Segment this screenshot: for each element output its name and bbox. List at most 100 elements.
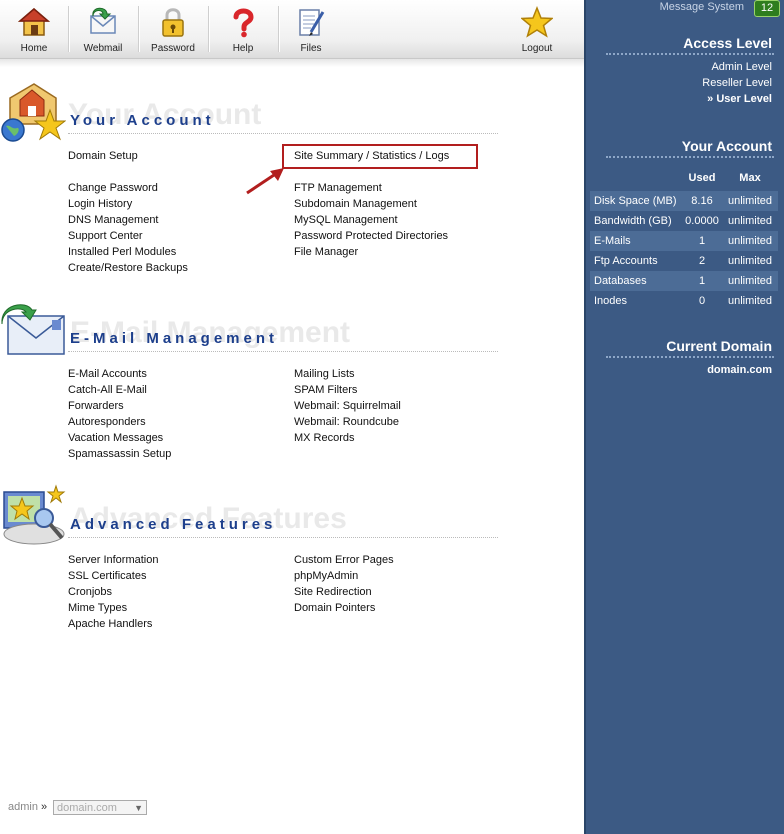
usage-used: 1 bbox=[682, 231, 722, 251]
link-ssl-certificates[interactable]: SSL Certificates bbox=[68, 570, 146, 582]
heading-divider bbox=[606, 53, 774, 55]
top-toolbar: Home Webmail Password Help Files Logout bbox=[0, 0, 584, 59]
lock-icon bbox=[162, 8, 184, 37]
link-forwarders[interactable]: Forwarders bbox=[68, 400, 124, 412]
link-file-manager[interactable]: File Manager bbox=[294, 246, 358, 258]
usage-used: 0 bbox=[682, 291, 722, 311]
usage-name: Ftp Accounts bbox=[590, 251, 682, 271]
breadcrumb-user[interactable]: admin bbox=[8, 801, 38, 813]
usage-name: Inodes bbox=[590, 291, 682, 311]
link-spam-filters[interactable]: SPAM Filters bbox=[294, 384, 357, 396]
usage-header-used: Used bbox=[688, 172, 716, 184]
link-apache-handlers[interactable]: Apache Handlers bbox=[68, 618, 152, 630]
table-row: E-Mails 1 unlimited bbox=[590, 231, 778, 251]
link-mime-types[interactable]: Mime Types bbox=[68, 602, 127, 614]
webmail-icon bbox=[90, 7, 116, 34]
link-support-center[interactable]: Support Center bbox=[68, 230, 143, 242]
access-reseller-level[interactable]: Reseller Level bbox=[702, 77, 772, 89]
table-row: Databases 1 unlimited bbox=[590, 271, 778, 291]
access-user-level[interactable]: » User Level bbox=[707, 93, 772, 105]
section-divider bbox=[68, 537, 498, 540]
domain-select-value: domain.com bbox=[57, 802, 117, 814]
annotation-arrow-icon bbox=[246, 168, 284, 195]
usage-used: 2 bbox=[682, 251, 722, 271]
link-spamassassin-setup[interactable]: Spamassassin Setup bbox=[68, 448, 171, 460]
link-custom-error-pages[interactable]: Custom Error Pages bbox=[294, 554, 394, 566]
message-system-link[interactable]: Message System bbox=[660, 1, 744, 13]
link-change-password[interactable]: Change Password bbox=[68, 182, 158, 194]
advanced-features-icon bbox=[3, 484, 66, 545]
table-row: Disk Space (MB) 8.16 unlimited bbox=[590, 191, 778, 211]
access-level-heading: Access Level bbox=[683, 35, 772, 51]
files-button[interactable]: Files bbox=[282, 0, 340, 58]
usage-max: unlimited bbox=[722, 251, 778, 271]
link-webmail-squirrelmail[interactable]: Webmail: Squirrelmail bbox=[294, 400, 401, 412]
highlight-annotation-box bbox=[282, 144, 478, 169]
home-button[interactable]: Home bbox=[4, 0, 64, 58]
files-label: Files bbox=[300, 43, 322, 54]
usage-header-max: Max bbox=[739, 172, 761, 184]
webmail-button[interactable]: Webmail bbox=[72, 0, 134, 58]
domain-select[interactable]: domain.com ▼ bbox=[53, 800, 147, 815]
advanced-features-title: Advanced Features bbox=[70, 516, 277, 533]
heading-divider bbox=[606, 356, 774, 358]
star-icon bbox=[521, 6, 553, 38]
files-icon bbox=[299, 9, 325, 36]
logout-button[interactable]: Logout bbox=[510, 0, 564, 58]
link-installed-perl-modules[interactable]: Installed Perl Modules bbox=[68, 246, 176, 258]
webmail-label: Webmail bbox=[83, 43, 123, 54]
your-account-title: Your Account bbox=[70, 112, 215, 129]
link-create-restore-backups[interactable]: Create/Restore Backups bbox=[68, 262, 188, 274]
home-label: Home bbox=[20, 43, 48, 54]
toolbar-shadow bbox=[0, 59, 584, 67]
password-label: Password bbox=[151, 43, 195, 54]
usage-max: unlimited bbox=[722, 271, 778, 291]
password-button[interactable]: Password bbox=[142, 0, 204, 58]
current-domain-value: domain.com bbox=[707, 364, 772, 376]
link-mailing-lists[interactable]: Mailing Lists bbox=[294, 368, 355, 380]
usage-max: unlimited bbox=[722, 211, 778, 231]
toolbar-divider bbox=[68, 6, 70, 52]
link-domain-setup[interactable]: Domain Setup bbox=[68, 150, 138, 162]
toolbar-divider bbox=[208, 6, 210, 52]
link-ftp-management[interactable]: FTP Management bbox=[294, 182, 382, 194]
usage-used: 1 bbox=[682, 271, 722, 291]
link-vacation-messages[interactable]: Vacation Messages bbox=[68, 432, 163, 444]
usage-max: unlimited bbox=[722, 291, 778, 311]
link-cronjobs[interactable]: Cronjobs bbox=[68, 586, 112, 598]
usage-name: Databases bbox=[590, 271, 682, 291]
link-phpmyadmin[interactable]: phpMyAdmin bbox=[294, 570, 358, 582]
section-divider bbox=[68, 351, 498, 354]
link-subdomain-management[interactable]: Subdomain Management bbox=[294, 198, 417, 210]
heading-divider bbox=[606, 156, 774, 158]
link-autoresponders[interactable]: Autoresponders bbox=[68, 416, 146, 428]
toolbar-divider bbox=[138, 6, 140, 52]
link-mysql-management[interactable]: MySQL Management bbox=[294, 214, 398, 226]
breadcrumb-separator: » bbox=[41, 801, 48, 813]
access-admin-level[interactable]: Admin Level bbox=[711, 61, 772, 73]
usage-name: E-Mails bbox=[590, 231, 682, 251]
usage-max: unlimited bbox=[722, 231, 778, 251]
link-dns-management[interactable]: DNS Management bbox=[68, 214, 159, 226]
section-divider bbox=[68, 133, 498, 136]
link-domain-pointers[interactable]: Domain Pointers bbox=[294, 602, 375, 614]
help-button[interactable]: Help bbox=[212, 0, 274, 58]
help-label: Help bbox=[232, 43, 254, 54]
link-password-protected-directories[interactable]: Password Protected Directories bbox=[294, 230, 448, 242]
link-mx-records[interactable]: MX Records bbox=[294, 432, 355, 444]
link-catch-all-email[interactable]: Catch-All E-Mail bbox=[68, 384, 147, 396]
link-server-information[interactable]: Server Information bbox=[68, 554, 158, 566]
table-row: Bandwidth (GB) 0.0000 unlimited bbox=[590, 211, 778, 231]
link-site-redirection[interactable]: Site Redirection bbox=[294, 586, 372, 598]
message-count-badge[interactable]: 12 bbox=[754, 0, 780, 17]
usage-max: unlimited bbox=[722, 191, 778, 211]
home-icon bbox=[18, 8, 50, 36]
toolbar-divider bbox=[278, 6, 280, 52]
usage-name: Disk Space (MB) bbox=[590, 191, 682, 211]
link-login-history[interactable]: Login History bbox=[68, 198, 132, 210]
logout-label: Logout bbox=[521, 43, 553, 54]
current-domain-heading: Current Domain bbox=[666, 338, 772, 354]
table-row: Ftp Accounts 2 unlimited bbox=[590, 251, 778, 271]
link-webmail-roundcube[interactable]: Webmail: Roundcube bbox=[294, 416, 399, 428]
link-email-accounts[interactable]: E-Mail Accounts bbox=[68, 368, 147, 380]
